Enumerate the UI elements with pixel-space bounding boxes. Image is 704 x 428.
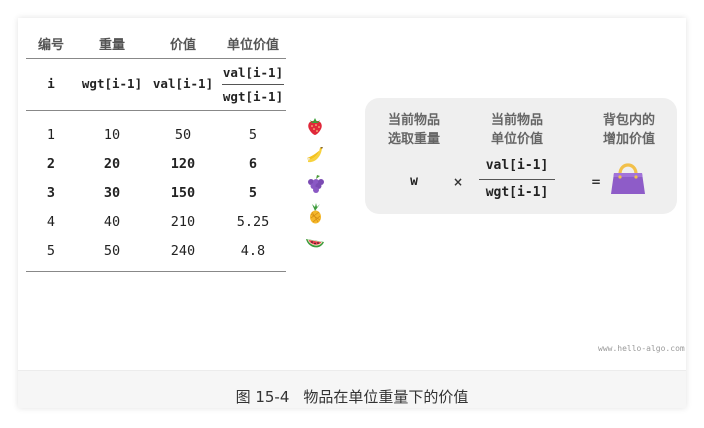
label-added-value: 背包内的 增加价值 — [581, 111, 677, 149]
cell-index: 2 — [46, 156, 56, 172]
figure-caption: 图 15-4 物品在单位重量下的价值 — [18, 386, 686, 407]
cell-index: 5 — [46, 243, 56, 259]
formula-panel: 当前物品 选取重量 当前物品 单位价值 背包内的 增加价值 w × val[i-… — [365, 98, 677, 214]
cell-weight: 50 — [103, 243, 121, 259]
label-added-value-line1: 背包内的 — [602, 113, 655, 128]
label-unit-value: 当前物品 单位价值 — [469, 111, 565, 149]
figure-canvas: 编号 重量 价值 单位价值 i wgt[i-1] val[i-1] val[i-… — [18, 18, 686, 370]
watermelon-icon — [306, 239, 324, 248]
cell-value: 120 — [170, 156, 196, 172]
label-unit-value-line1: 当前物品 — [490, 113, 543, 128]
weight-symbol: w — [410, 174, 418, 189]
times-operator: × — [453, 175, 464, 189]
header-unit-value: 单位价值 — [226, 38, 279, 53]
cell-value: 50 — [174, 127, 192, 143]
caption-text: 物品在单位重量下的价值 — [303, 388, 469, 406]
cell-value: 240 — [170, 243, 196, 259]
symbol-value: val[i-1] — [152, 76, 214, 91]
banana-icon — [307, 147, 323, 163]
grapes-icon — [308, 175, 324, 193]
header-index: 编号 — [37, 38, 64, 53]
cell-value: 150 — [170, 185, 196, 201]
cell-weight: 30 — [103, 185, 121, 201]
label-added-value-line2: 增加价值 — [602, 132, 655, 147]
cell-value: 210 — [170, 214, 196, 230]
label-selected-weight: 当前物品 选取重量 — [365, 111, 463, 149]
label-unit-value-line2: 单位价值 — [490, 132, 543, 147]
fraction-numerator: val[i-1] — [485, 158, 549, 173]
unit-value-fraction-bar — [222, 84, 284, 85]
cell-weight: 20 — [103, 156, 121, 172]
strawberry-icon — [308, 118, 322, 135]
fraction-denominator: wgt[i-1] — [485, 185, 549, 200]
cell-unit-value: 6 — [248, 156, 258, 172]
label-selected-weight-line2: 选取重量 — [387, 132, 440, 147]
table-mid-rule — [26, 110, 286, 111]
cell-index: 4 — [46, 214, 56, 230]
header-value: 价值 — [169, 38, 196, 53]
symbol-unit-value-denominator: wgt[i-1] — [222, 89, 284, 104]
figure-card: 编号 重量 价值 单位价值 i wgt[i-1] val[i-1] val[i-… — [18, 18, 686, 408]
caption-number: 图 15-4 — [235, 388, 290, 406]
symbol-index: i — [47, 76, 55, 91]
cell-unit-value: 5.25 — [236, 214, 270, 230]
label-selected-weight-line1: 当前物品 — [387, 113, 440, 128]
pineapple-icon — [310, 203, 321, 224]
cell-weight: 40 — [103, 214, 121, 230]
cell-unit-value: 4.8 — [240, 243, 266, 259]
fraction-bar — [479, 179, 555, 180]
cell-index: 3 — [46, 185, 56, 201]
symbol-weight: wgt[i-1] — [81, 76, 143, 91]
header-weight: 重量 — [98, 38, 125, 53]
cell-unit-value: 5 — [248, 127, 258, 143]
symbol-unit-value-numerator: val[i-1] — [222, 65, 284, 80]
equals-operator: = — [591, 175, 602, 189]
cell-unit-value: 5 — [248, 185, 258, 201]
cell-weight: 10 — [103, 127, 121, 143]
watermark: www.hello-algo.com — [598, 344, 685, 353]
table-top-rule — [26, 58, 286, 59]
handbag-icon — [611, 163, 645, 194]
table-bottom-rule — [26, 271, 286, 272]
cell-index: 1 — [46, 127, 56, 143]
